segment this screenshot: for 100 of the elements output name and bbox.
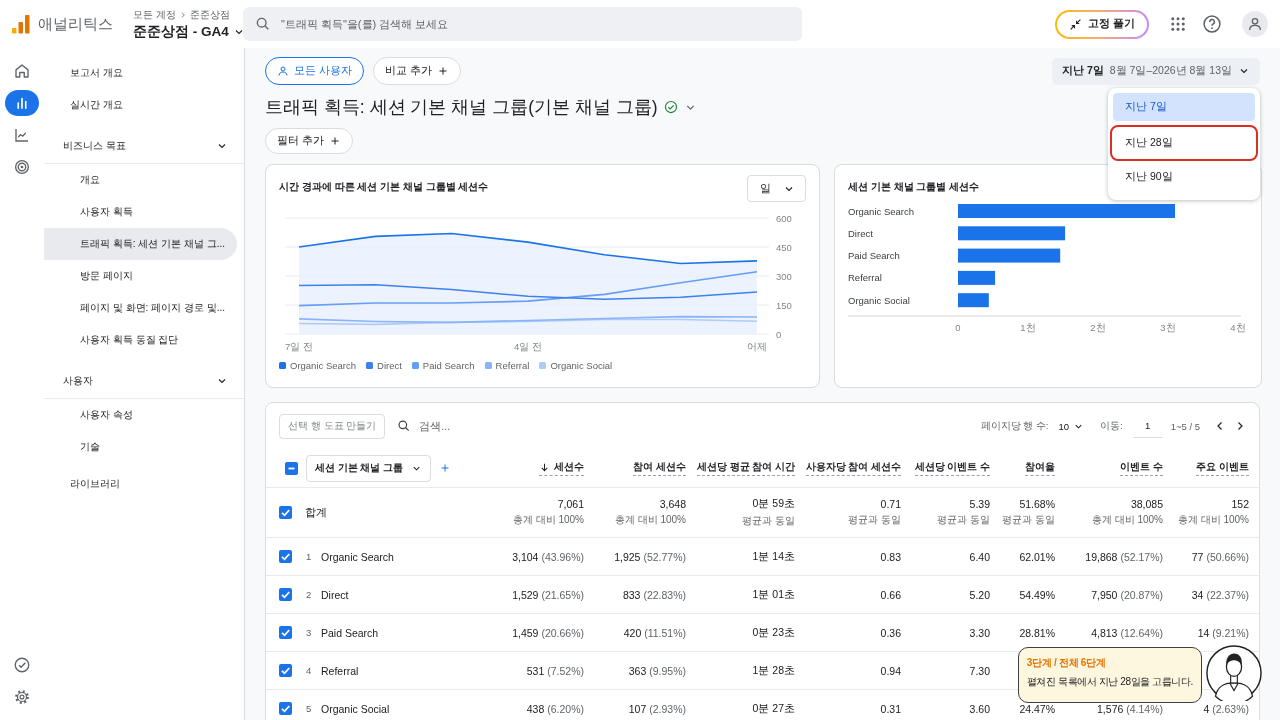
column-header[interactable]: 이벤트 수 <box>1120 460 1163 476</box>
nav-item[interactable]: 사용자 획득 동질 집단 <box>44 324 237 356</box>
help-icon[interactable] <box>1202 14 1222 34</box>
column-header[interactable]: 세션당 이벤트 수 <box>914 460 990 476</box>
table-cell: 28.81% <box>1019 626 1055 639</box>
legend-label: Organic Social <box>550 360 613 371</box>
compare-button[interactable]: 비교 추가 <box>372 57 461 85</box>
nav-section[interactable]: 사용자 <box>44 364 244 399</box>
table-cell: 0.83 <box>880 550 901 563</box>
menu-item[interactable]: 지난 90일 <box>1113 163 1255 191</box>
table-cell: Paid Search <box>321 626 379 639</box>
checkbox[interactable] <box>279 702 292 715</box>
category-label: Organic Search <box>848 205 914 217</box>
checkbox[interactable] <box>279 664 292 677</box>
nav-item[interactable]: 라이브러리 <box>44 468 237 500</box>
category-label: Direct <box>848 227 873 239</box>
search-icon[interactable] <box>397 419 412 433</box>
checkbox[interactable] <box>279 626 292 639</box>
apps-icon[interactable] <box>1169 15 1187 33</box>
table-cell: 833 (22.83%) <box>622 588 686 601</box>
collapse-arrows-icon <box>1069 17 1083 31</box>
tour-step: 3단계 / 전체 6단계 <box>1026 656 1106 669</box>
table-cell: Organic Search <box>321 550 394 563</box>
table-cell: Direct <box>321 588 349 601</box>
column-header[interactable]: 사용자당 참여 세션수 <box>805 460 901 476</box>
table-cell: 363 (9.95%) <box>628 664 686 677</box>
reports-button[interactable] <box>5 90 39 116</box>
bar[interactable] <box>958 248 1061 263</box>
rows-per-page-select[interactable]: 10 <box>1058 420 1085 432</box>
column-header[interactable]: 세션수 <box>539 460 584 476</box>
date-range-selector[interactable]: 지난 7일 8월 7일–2026년 8월 13일 <box>1052 57 1260 85</box>
legend-label: Organic Search <box>290 360 356 371</box>
product-name: 애널리틱스 <box>38 14 113 34</box>
table-cell: 0.71 <box>880 498 901 510</box>
table-cell: 1분 14초 <box>752 549 795 564</box>
chart-title: 시간 경과에 따른 세션 기본 채널 그룹별 세션수 <box>279 180 489 194</box>
nav-item[interactable]: 실시간 개요 <box>44 89 237 121</box>
page-range: 1~5 / 5 <box>1170 420 1200 432</box>
checkbox[interactable] <box>285 461 298 475</box>
table-cell: 1,459 (20.66%) <box>512 626 584 639</box>
axis-label: 150 <box>776 299 792 311</box>
row-number: 1 <box>306 551 313 562</box>
column-header[interactable]: 참여율 <box>1025 460 1055 476</box>
table-cell: 0분 27초 <box>752 701 795 716</box>
table-cell: Organic Social <box>321 702 390 715</box>
nav-item[interactable]: 사용자 속성 <box>44 399 237 431</box>
table-cell: 0분 59초 <box>752 497 795 511</box>
column-header[interactable]: 주요 이벤트 <box>1196 460 1249 476</box>
table-cell: 0분 23초 <box>752 625 795 640</box>
category-label: Organic Social <box>848 294 910 306</box>
axis-label: 0 <box>776 328 782 340</box>
category-label: Referral <box>848 272 882 284</box>
cell-note: 총계 대비 100% <box>1177 513 1249 527</box>
column-header[interactable]: 세션당 평균 참여 시간 <box>697 460 795 476</box>
dimension-selector[interactable]: 세션 기본 채널 그룹 <box>306 454 431 482</box>
nav-item[interactable]: 보고서 개요 <box>44 57 237 89</box>
rows-per-page-label: 페이지당 행 수: <box>980 419 1049 433</box>
granularity-selector[interactable]: 일 <box>747 175 806 202</box>
nav-item[interactable]: 개요 <box>44 164 237 196</box>
nav-item[interactable]: 페이지 및 화면: 페이지 경로 및... <box>44 292 237 324</box>
checkbox[interactable] <box>279 550 292 563</box>
menu-item[interactable]: 지난 7일 <box>1113 93 1255 121</box>
table-cell: 5.39 <box>969 498 990 510</box>
axis-label: 300 <box>776 270 792 282</box>
check-circle-icon[interactable] <box>13 656 31 674</box>
table-cell: 1분 28초 <box>752 663 795 678</box>
axis-label: 2천 <box>1090 322 1106 333</box>
cell-note: 평균과 동일 <box>848 513 901 527</box>
segment-chip[interactable]: 모든 사용자 <box>265 57 364 85</box>
table-cell: 62.01% <box>1019 550 1055 563</box>
goto-label: 이동: <box>1100 419 1123 433</box>
nav-section[interactable]: 비즈니스 목표 <box>44 129 244 164</box>
table-cell: 6.40 <box>969 550 990 563</box>
table-cell: 4 (2.63%) <box>1203 702 1249 715</box>
column-header[interactable]: 참여 세션수 <box>633 460 686 476</box>
bar[interactable] <box>958 270 996 285</box>
search-field[interactable]: "트래픽 획득"을(를) 검색해 보세요 <box>243 7 802 41</box>
table-cell: 0.31 <box>880 702 901 715</box>
table-cell: 0.36 <box>880 626 901 639</box>
nav-item[interactable]: 기술 <box>44 431 237 463</box>
table-cell: 3,104 (43.96%) <box>512 550 584 563</box>
account-avatar[interactable] <box>1242 11 1268 37</box>
settings-icon[interactable] <box>13 688 31 706</box>
checkbox[interactable] <box>279 588 292 601</box>
add-filter-button[interactable]: 필터 추가 <box>265 128 353 154</box>
nav-item[interactable]: 트래픽 획득: 세션 기본 채널 그... <box>44 228 237 260</box>
row-number: 3 <box>306 627 313 638</box>
nav-item[interactable]: 방문 페이지 <box>44 260 237 292</box>
menu-item[interactable]: 지난 28일 <box>1110 125 1258 161</box>
table-cell: Referral <box>321 664 359 677</box>
breadcrumb-link[interactable]: 준준상점 <box>189 7 230 22</box>
unpin-button[interactable]: 고정 풀기 <box>1055 9 1149 39</box>
table-cell: 0.66 <box>880 588 901 601</box>
bar[interactable] <box>958 226 1066 241</box>
home-icon <box>13 62 31 80</box>
property-selector[interactable]: 준준상점 - GA4 <box>133 22 245 41</box>
nav-item[interactable]: 사용자 획득 <box>44 196 237 228</box>
bar[interactable] <box>958 293 989 308</box>
checkbox[interactable] <box>279 506 292 519</box>
breadcrumb-link[interactable]: 모든 계정 <box>133 7 176 22</box>
